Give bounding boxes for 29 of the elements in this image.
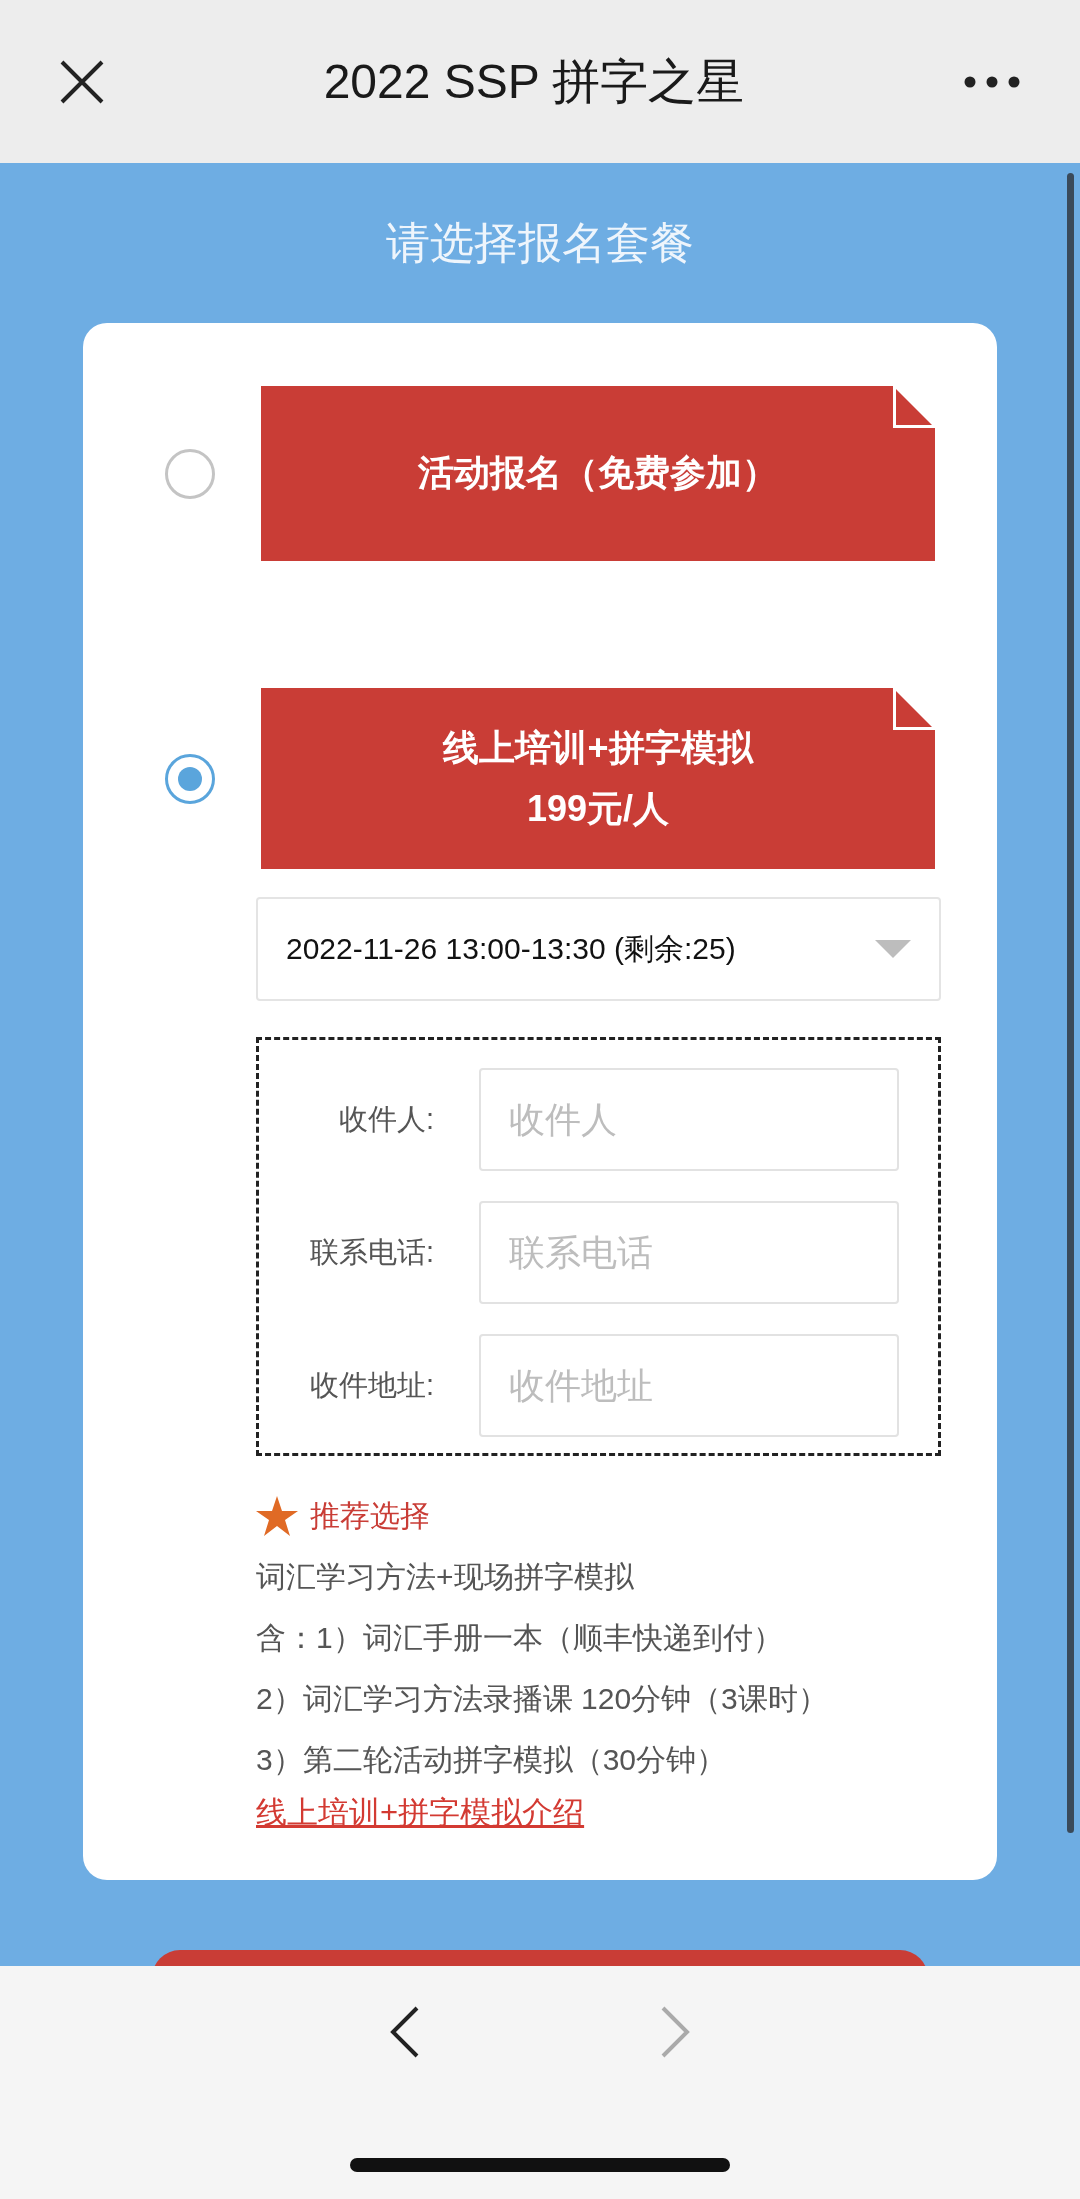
package-description: 含：1）词汇手册一本（顺丰快递到付） <box>256 1620 784 1656</box>
time-select[interactable]: 2022-11-26 13:00-13:30 (剩余:25) <box>256 897 941 1001</box>
back-icon[interactable] <box>390 2006 420 2058</box>
page-title: 2022 SSP 拼字之星 <box>323 53 745 110</box>
input-field[interactable]: 收件地址 <box>479 1334 899 1437</box>
close-icon[interactable] <box>60 59 104 104</box>
radio-button[interactable] <box>165 448 215 499</box>
option-title: 活动报名（免费参加） <box>418 451 778 495</box>
package-option[interactable]: 活动报名（免费参加） <box>261 386 935 561</box>
field-label: 联系电话: <box>308 1234 434 1270</box>
section-title: 请选择报名套餐 <box>386 217 694 269</box>
radio-button[interactable] <box>165 753 215 804</box>
intro-link[interactable]: 线上培训+拼字模拟介绍 <box>256 1790 585 1836</box>
folded-corner-icon <box>893 688 935 730</box>
field-label: 收件地址: <box>308 1367 434 1403</box>
dropdown-caret-icon <box>875 940 911 958</box>
input-field[interactable]: 收件人 <box>479 1068 899 1171</box>
option-price: 199元/人 <box>526 786 670 831</box>
package-option[interactable]: 线上培训+拼字模拟 199元/人 <box>261 688 935 869</box>
more-icon[interactable] <box>964 75 1020 88</box>
folded-corner-icon <box>893 386 935 428</box>
recommend-label: 推荐选择 <box>310 1497 430 1534</box>
option-title: 线上培训+拼字模拟 <box>443 725 753 770</box>
input-field[interactable]: 联系电话 <box>479 1201 899 1304</box>
package-description: 词汇学习方法+现场拼字模拟 <box>256 1559 635 1595</box>
star-icon <box>256 1496 298 1536</box>
package-description: 3）第二轮活动拼字模拟（30分钟） <box>256 1742 728 1778</box>
package-description: 2）词汇学习方法录播课 120分钟（3课时） <box>256 1681 829 1717</box>
field-label: 收件人: <box>337 1101 434 1137</box>
